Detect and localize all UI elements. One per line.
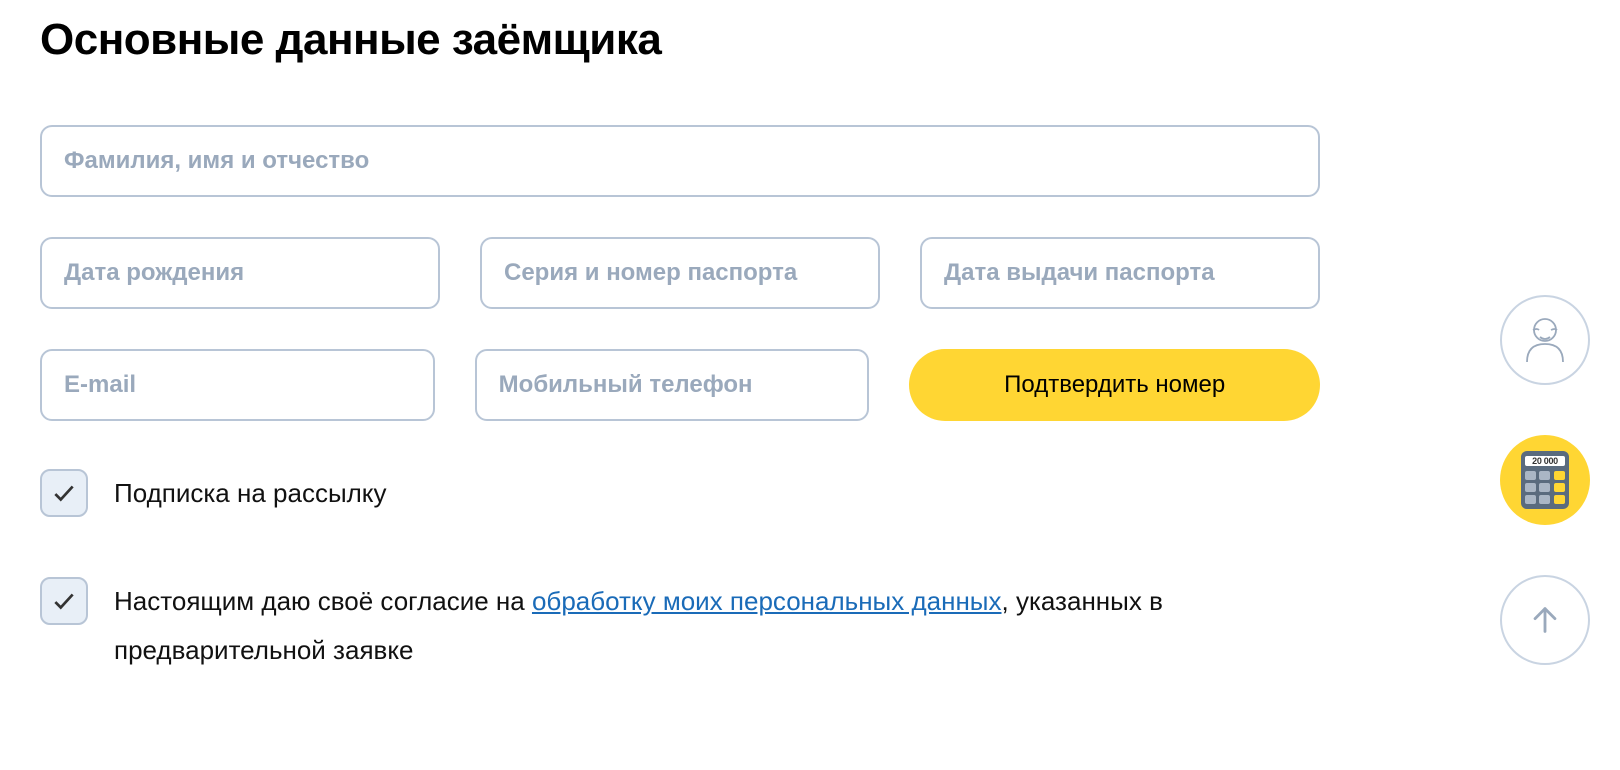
newsletter-checkbox[interactable] bbox=[40, 469, 88, 517]
person-icon bbox=[1517, 312, 1573, 368]
page-title: Основные данные заёмщика bbox=[40, 15, 1580, 65]
arrow-up-icon bbox=[1528, 603, 1562, 637]
fullname-input[interactable] bbox=[40, 125, 1320, 197]
phone-input[interactable] bbox=[475, 349, 870, 421]
passport-date-input[interactable] bbox=[920, 237, 1320, 309]
birthdate-input[interactable] bbox=[40, 237, 440, 309]
scroll-top-button[interactable] bbox=[1500, 575, 1590, 665]
floating-actions: 20 000 bbox=[1500, 295, 1590, 665]
calculator-icon: 20 000 bbox=[1521, 451, 1569, 509]
borrower-form: Подтвердить номер Подписка на рассылку Н… bbox=[40, 125, 1320, 676]
newsletter-label: Подписка на рассылку bbox=[114, 469, 386, 511]
consent-link[interactable]: обработку моих персональных данных bbox=[532, 586, 1002, 616]
passport-number-input[interactable] bbox=[480, 237, 880, 309]
email-input[interactable] bbox=[40, 349, 435, 421]
consent-checkbox[interactable] bbox=[40, 577, 88, 625]
calculator-button[interactable]: 20 000 bbox=[1500, 435, 1590, 525]
confirm-phone-button[interactable]: Подтвердить номер bbox=[909, 349, 1320, 421]
calculator-display: 20 000 bbox=[1525, 456, 1565, 466]
check-icon bbox=[51, 480, 77, 506]
consent-prefix: Настоящим даю своё согласие на bbox=[114, 586, 532, 616]
check-icon bbox=[51, 588, 77, 614]
consent-text: Настоящим даю своё согласие на обработку… bbox=[114, 577, 1320, 676]
profile-button[interactable] bbox=[1500, 295, 1590, 385]
